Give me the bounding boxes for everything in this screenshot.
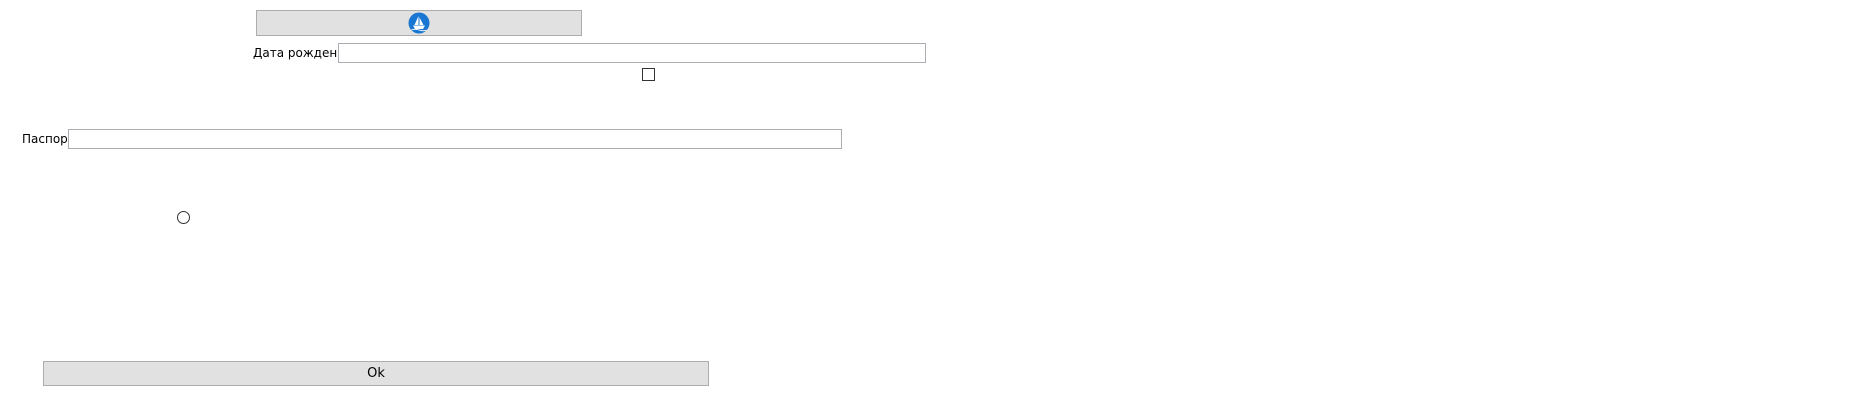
flag-checkbox[interactable]: [642, 68, 655, 81]
ok-button[interactable]: Ok: [43, 361, 709, 386]
passport-label: Паспорт: [22, 132, 75, 146]
sailing-ship-icon: [408, 12, 430, 34]
ok-button-label: Ok: [367, 366, 385, 381]
birth-date-field[interactable]: [338, 43, 926, 63]
option-radio[interactable]: [177, 211, 190, 224]
passport-field[interactable]: [68, 129, 842, 149]
photo-button[interactable]: [256, 10, 582, 36]
